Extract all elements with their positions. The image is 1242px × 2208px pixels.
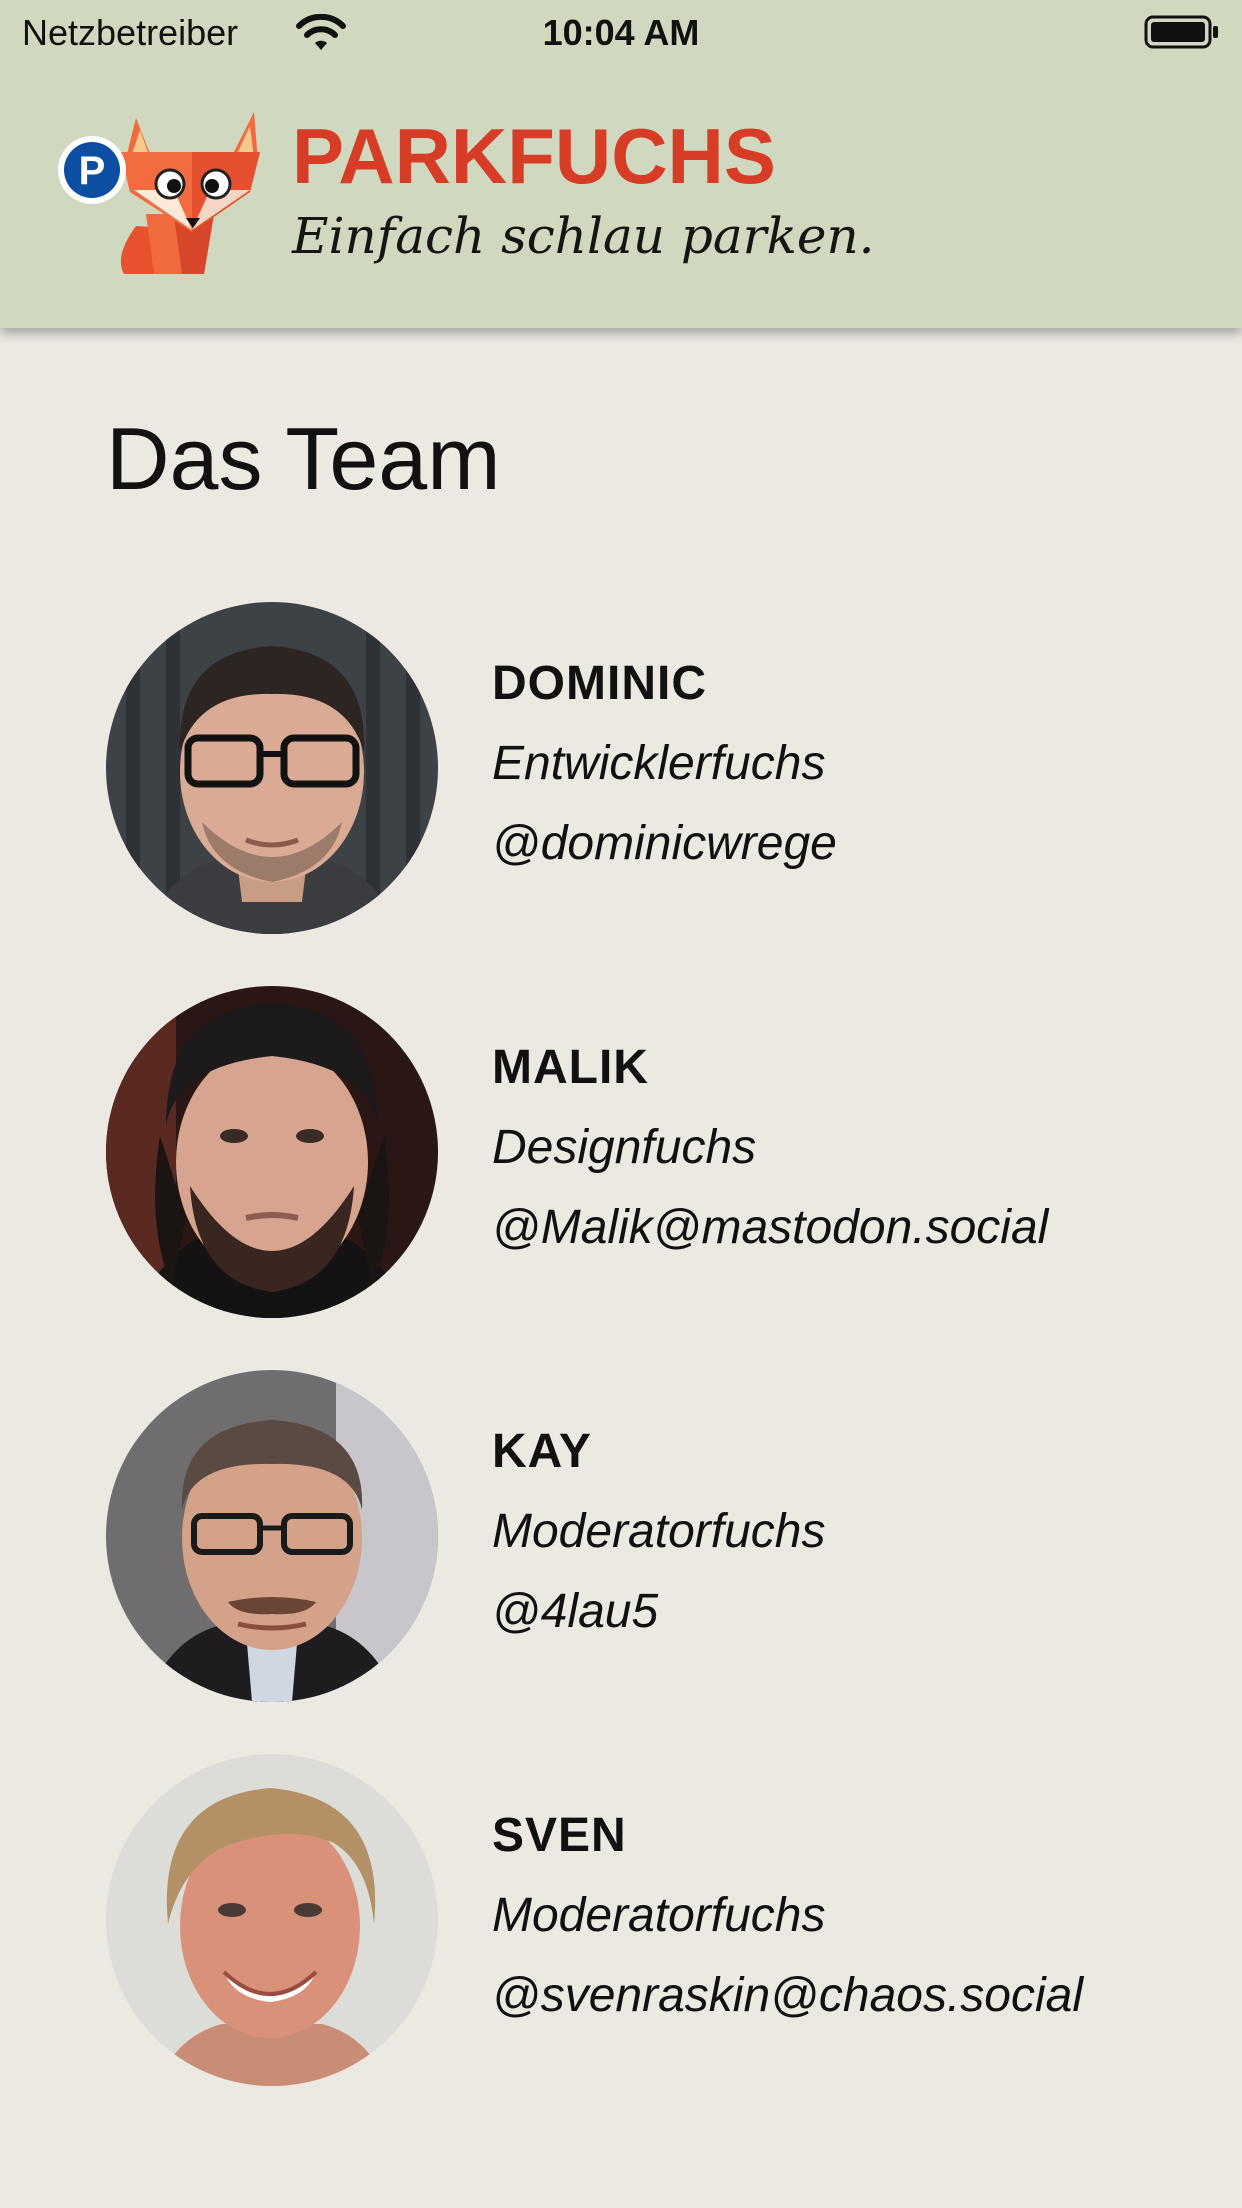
member-name: KAY [492,1425,592,1478]
member-handle-link[interactable]: @Malik@mastodon.social [492,1198,1048,1258]
app-header: Netzbetreiber 10:04 AM P PARKFUCHS Einfa… [0,0,1242,328]
status-bar: Netzbetreiber 10:04 AM [0,0,1242,66]
member-role: Moderatorfuchs [492,1505,826,1558]
member-name: DOMINIC [492,657,707,710]
status-time: 10:04 AM [542,12,700,53]
app-title: PARKFUCHS [292,112,776,200]
member-name: MALIK [492,1041,649,1094]
member-handle-link[interactable]: @dominicwrege [492,814,837,874]
team-member-kay: KAY Moderatorfuchs @4lau5 [106,1370,1206,1702]
avatar [106,602,438,934]
parking-badge-letter: P [79,149,106,193]
team-member-malik: MALIK Designfuchs @Malik@mastodon.social [106,986,1206,1318]
app-tagline: Einfach schlau parken. [292,207,875,265]
member-name: SVEN [492,1809,627,1862]
avatar [106,986,438,1318]
battery-icon [1144,15,1218,49]
avatar [106,1754,438,2086]
avatar [106,1370,438,1702]
parkfuchs-fox-logo: P [58,112,260,274]
team-member-sven: SVEN Moderatorfuchs @svenraskin@chaos.so… [106,1754,1206,2086]
member-handle-link[interactable]: @svenraskin@chaos.social [492,1966,1083,2026]
team-member-dominic: DOMINIC Entwicklerfuchs @dominicwrege [106,602,1206,934]
member-role: Designfuchs [492,1121,757,1174]
member-role: Entwicklerfuchs [492,737,826,790]
member-handle-link[interactable]: @4lau5 [492,1582,658,1642]
member-role: Moderatorfuchs [492,1889,826,1942]
page-title: Das Team [106,409,501,508]
